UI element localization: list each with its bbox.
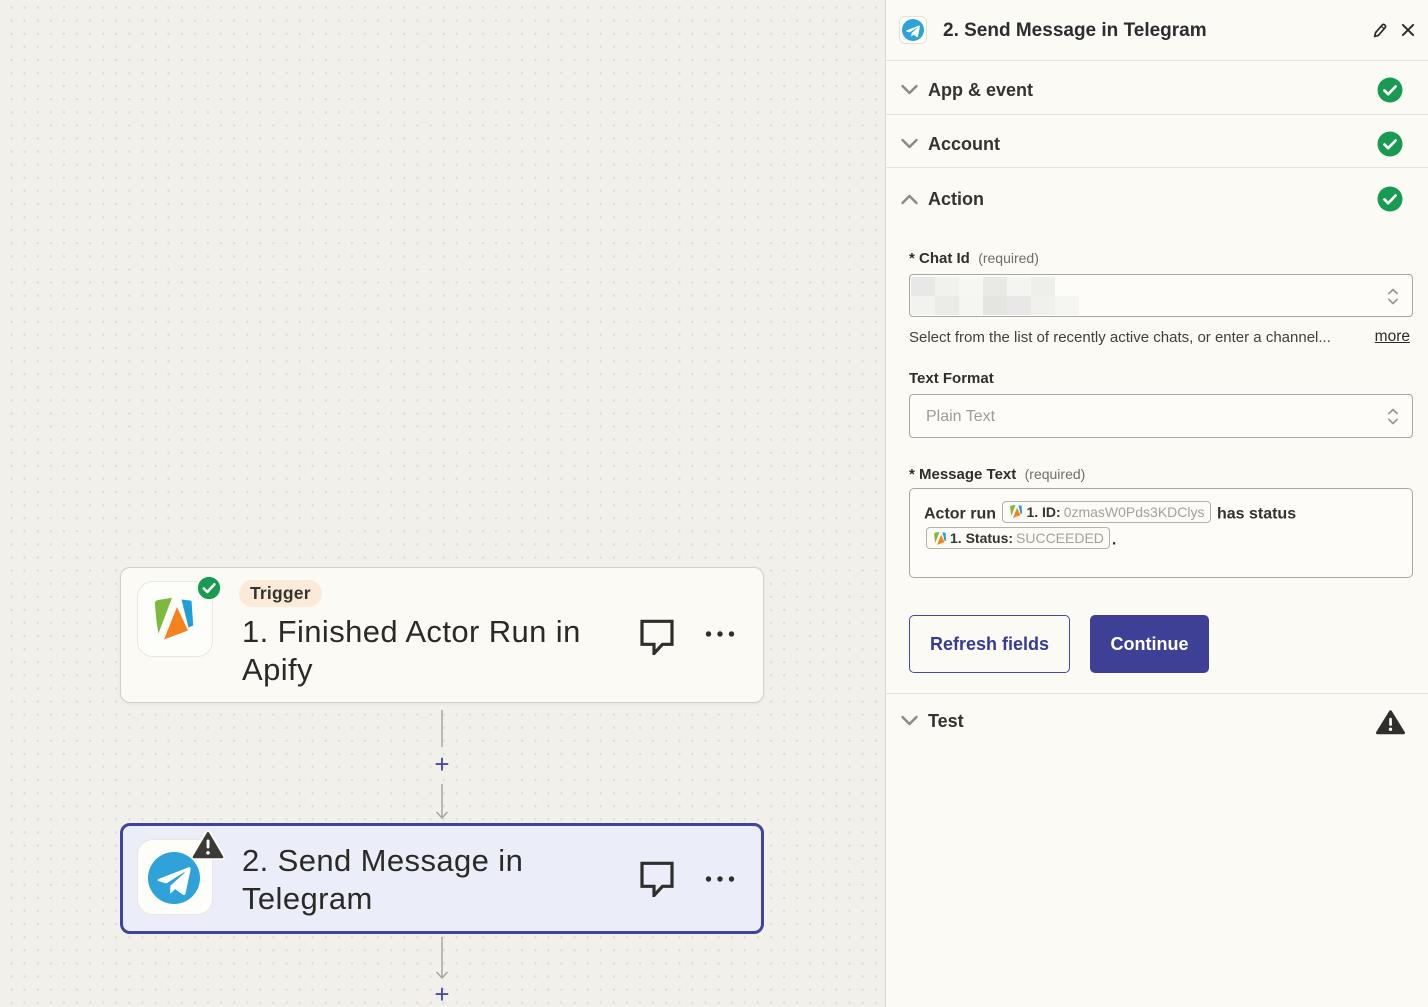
svg-text:+: + xyxy=(434,979,449,1007)
svg-text:+: + xyxy=(434,749,449,779)
